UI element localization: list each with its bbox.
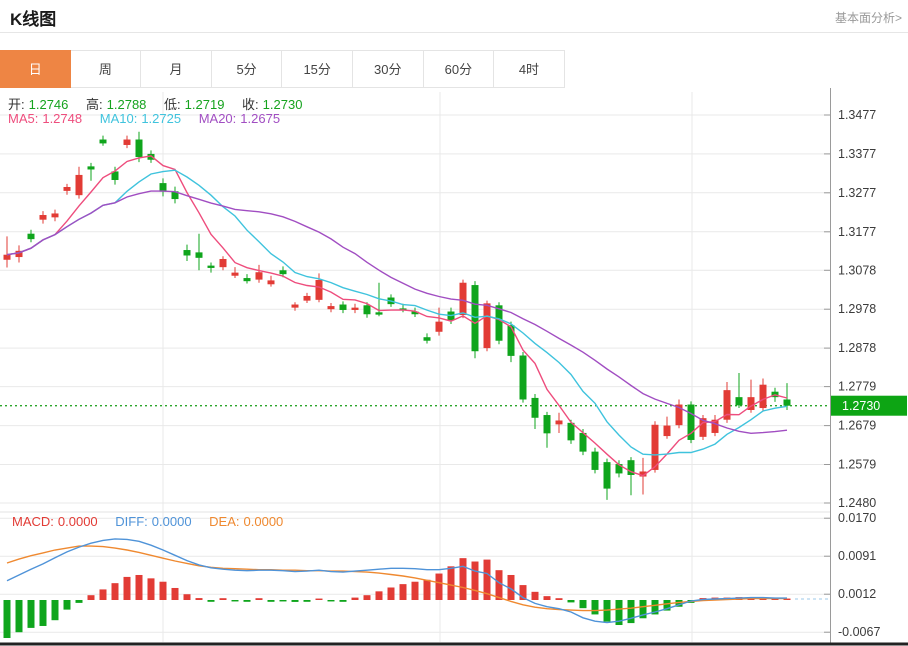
ma-legend: MA5: 1.2748 MA10:1.2725 MA20:1.2675	[8, 111, 284, 126]
svg-text:1.3078: 1.3078	[838, 263, 876, 277]
svg-text:1.3377: 1.3377	[838, 147, 876, 161]
header: K线图 基本面分析>	[0, 0, 908, 33]
tab-week[interactable]: 周	[71, 50, 142, 88]
svg-text:0.0012: 0.0012	[838, 587, 876, 601]
open-value: 1.2746	[29, 97, 69, 112]
high-value: 1.2788	[107, 97, 147, 112]
tab-60min[interactable]: 60分	[424, 50, 495, 88]
svg-text:-0.0067: -0.0067	[838, 625, 880, 639]
tab-30min[interactable]: 30分	[353, 50, 424, 88]
tab-15min[interactable]: 15分	[282, 50, 353, 88]
svg-text:1.2679: 1.2679	[838, 419, 876, 433]
svg-text:1.3477: 1.3477	[838, 108, 876, 122]
low-label: 低:	[164, 97, 181, 112]
open-label: 开:	[8, 97, 25, 112]
fundamental-analysis-link[interactable]: 基本面分析>	[835, 9, 902, 26]
page-title: K线图	[10, 5, 56, 30]
svg-text:1.2878: 1.2878	[838, 341, 876, 355]
ma5-label: MA5:	[8, 111, 38, 126]
macd-value: 0.0000	[58, 514, 98, 529]
kline-chart-svg[interactable]: 1.3477 1.3377 1.3277 1.3177 1.3078 1.2978 1.28…	[0, 88, 908, 646]
tab-5min[interactable]: 5分	[212, 50, 283, 88]
low-value: 1.2719	[185, 97, 225, 112]
svg-text:1.3177: 1.3177	[838, 225, 876, 239]
close-value: 1.2730	[263, 97, 303, 112]
macd-legend: MACD: 0.0000 DIFF: 0.0000 DEA: 0.0000	[12, 514, 287, 529]
ma5-value: 1.2748	[42, 111, 82, 126]
kline-app: K线图 基本面分析> 日 周 月 5分 15分 30分 60分 4时 1.347…	[0, 0, 908, 646]
dea-value: 0.0000	[244, 514, 284, 529]
diff-value: 0.0000	[152, 514, 192, 529]
svg-text:1.2579: 1.2579	[838, 458, 876, 472]
ma20-label: MA20:	[199, 111, 237, 126]
diff-label: DIFF:	[115, 514, 148, 529]
tab-month[interactable]: 月	[141, 50, 212, 88]
svg-text:0.0170: 0.0170	[838, 511, 876, 525]
kline-chart[interactable]: 1.3477 1.3377 1.3277 1.3177 1.3078 1.2978 1.28…	[0, 88, 908, 646]
svg-text:1.2730: 1.2730	[842, 399, 880, 413]
svg-text:1.2978: 1.2978	[838, 302, 876, 316]
dea-label: DEA:	[209, 514, 239, 529]
ma10-value: 1.2725	[141, 111, 181, 126]
ma10-label: MA10:	[100, 111, 138, 126]
svg-text:1.2779: 1.2779	[838, 380, 876, 394]
svg-text:0.0091: 0.0091	[838, 549, 876, 563]
svg-text:1.2480: 1.2480	[838, 496, 876, 510]
tab-4hour[interactable]: 4时	[494, 50, 565, 88]
close-label: 收:	[242, 97, 259, 112]
macd-label: MACD:	[12, 514, 54, 529]
tab-day[interactable]: 日	[0, 50, 71, 88]
high-label: 高:	[86, 97, 103, 112]
svg-text:1.3277: 1.3277	[838, 186, 876, 200]
interval-tabs: 日 周 月 5分 15分 30分 60分 4时	[0, 50, 565, 88]
ma20-value: 1.2675	[240, 111, 280, 126]
